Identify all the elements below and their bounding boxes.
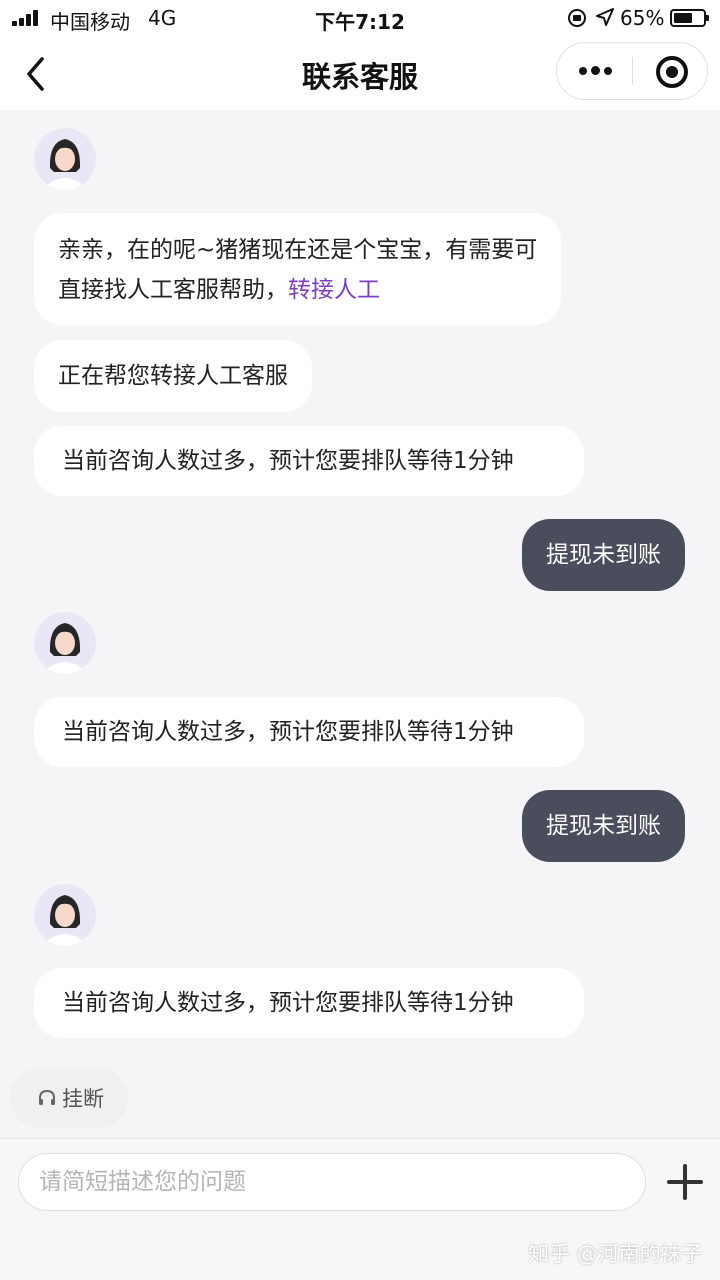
agent-message: 当前咨询人数过多，预计您要排队等待1分钟	[34, 697, 584, 767]
agent-avatar	[34, 884, 96, 946]
plus-icon[interactable]	[662, 1159, 708, 1205]
agent-avatar	[34, 128, 96, 190]
message-text: 直接找人工客服帮助，	[58, 277, 288, 303]
message-input[interactable]	[18, 1153, 646, 1211]
agent-message: 亲亲，在的呢~猪猪现在还是个宝宝，有需要可 直接找人工客服帮助，转接人工	[34, 213, 562, 325]
hangup-label: 挂断	[62, 1087, 104, 1111]
nav-bar: 联系客服	[0, 36, 720, 110]
agent-avatar	[34, 612, 96, 674]
user-message: 提现未到账	[522, 519, 685, 591]
location-icon	[596, 8, 614, 26]
transfer-to-human-link[interactable]: 转接人工	[288, 277, 380, 303]
message-line: 亲亲，在的呢~猪猪现在还是个宝宝，有需要可	[58, 237, 538, 263]
hangup-button[interactable]: 挂断	[10, 1068, 128, 1128]
more-dots-icon[interactable]	[557, 43, 632, 99]
agent-message: 正在帮您转接人工客服	[34, 340, 312, 412]
headset-icon	[39, 1089, 55, 1105]
message-line: 直接找人工客服帮助，转接人工	[58, 270, 537, 310]
status-bar: 中国移动 4G 下午7:12 65%	[0, 0, 720, 36]
target-close-icon[interactable]	[634, 43, 708, 99]
agent-message: 当前咨询人数过多，预计您要排队等待1分钟	[34, 968, 584, 1038]
mini-program-capsule	[556, 42, 708, 100]
battery-percent: 65%	[620, 6, 665, 30]
rotation-lock-icon	[568, 9, 586, 27]
user-message: 提现未到账	[522, 790, 685, 862]
battery-icon	[670, 9, 709, 27]
agent-message: 当前咨询人数过多，预计您要排队等待1分钟	[34, 426, 584, 496]
watermark: 知乎 @河南的袜子	[528, 1242, 703, 1266]
battery-fill	[674, 13, 692, 23]
capsule-divider	[632, 57, 633, 85]
